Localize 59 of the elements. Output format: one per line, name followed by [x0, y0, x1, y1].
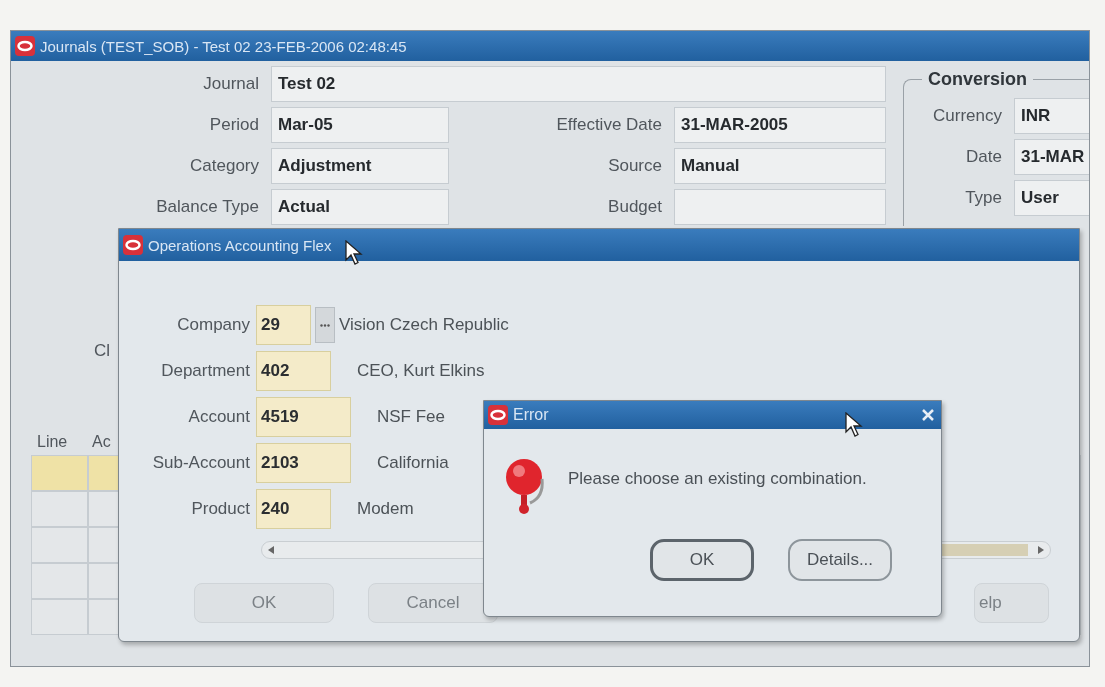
- field-label: Balance Type: [155, 197, 260, 217]
- window-title: Journals (TEST_SOB) - Test 02 23-FEB-2006 02:48:45: [40, 37, 407, 55]
- field-label: Cl: [94, 341, 111, 361]
- input-field[interactable]: 31-MAR-2005: [674, 107, 886, 143]
- column-header: Ac: [91, 433, 112, 451]
- field-label: Journal: [202, 74, 260, 94]
- input-field[interactable]: User: [1014, 180, 1089, 216]
- app-logo-icon: [123, 235, 143, 255]
- segment-description: NSF Fee: [377, 407, 446, 427]
- input-field[interactable]: Actual: [271, 189, 449, 225]
- input-field[interactable]: [674, 189, 886, 225]
- field-label: Budget: [607, 197, 663, 217]
- input-field[interactable]: INR: [1014, 98, 1089, 134]
- close-icon[interactable]: [921, 408, 935, 422]
- table-cell[interactable]: [31, 599, 88, 635]
- field-label: Type: [964, 188, 1003, 208]
- input-field[interactable]: Adjustment: [271, 148, 449, 184]
- field-label: Currency: [932, 106, 1003, 126]
- field-label: Source: [607, 156, 663, 176]
- dialog-button[interactable]: Details...: [788, 539, 892, 581]
- input-field[interactable]: Manual: [674, 148, 886, 184]
- journal-field[interactable]: Test 02: [271, 66, 886, 102]
- segment-description: Vision Czech Republic: [339, 315, 509, 335]
- field-label: Sub-Account: [151, 453, 251, 473]
- field-label: Date: [965, 147, 1003, 167]
- input-field[interactable]: 2103: [256, 443, 351, 483]
- left-arrow-icon: [268, 546, 274, 554]
- field-label: Effective Date: [555, 115, 663, 135]
- field-label: Account: [187, 407, 251, 427]
- table-cell[interactable]: [31, 563, 88, 599]
- right-arrow-icon: [1038, 546, 1044, 554]
- field-label: Category: [189, 156, 260, 176]
- mouse-pointer-icon: [845, 412, 863, 438]
- input-field[interactable]: 4519: [256, 397, 351, 437]
- field-label: Company: [176, 315, 251, 335]
- table-cell[interactable]: [31, 455, 88, 491]
- list-button[interactable]: [315, 307, 335, 343]
- segment-description: CEO, Kurt Elkins: [357, 361, 485, 381]
- table-cell[interactable]: [31, 527, 88, 563]
- segment-description: Modem: [357, 499, 414, 519]
- dialog-button[interactable]: OK: [650, 539, 754, 581]
- app-logo-icon: [15, 36, 35, 56]
- column-header: Line: [36, 433, 69, 451]
- dialog-title: Error: [513, 406, 549, 424]
- mouse-pointer-icon: [345, 240, 363, 266]
- dots-icon: [320, 323, 330, 327]
- field-label: Period: [208, 115, 260, 135]
- error-message: Please choose an existing combination.: [568, 469, 867, 489]
- dialog-title: Operations Accounting Flex: [148, 236, 332, 254]
- input-field[interactable]: 29: [256, 305, 311, 345]
- table-cell[interactable]: [31, 491, 88, 527]
- app-logo-icon: [488, 405, 508, 425]
- input-field[interactable]: 31-MAR: [1014, 139, 1089, 175]
- field-label: Department: [160, 361, 251, 381]
- input-field[interactable]: 240: [256, 489, 331, 529]
- field-label: Product: [190, 499, 251, 519]
- input-field[interactable]: Mar-05: [271, 107, 449, 143]
- input-field[interactable]: 402: [256, 351, 331, 391]
- segment-description: California: [377, 453, 449, 473]
